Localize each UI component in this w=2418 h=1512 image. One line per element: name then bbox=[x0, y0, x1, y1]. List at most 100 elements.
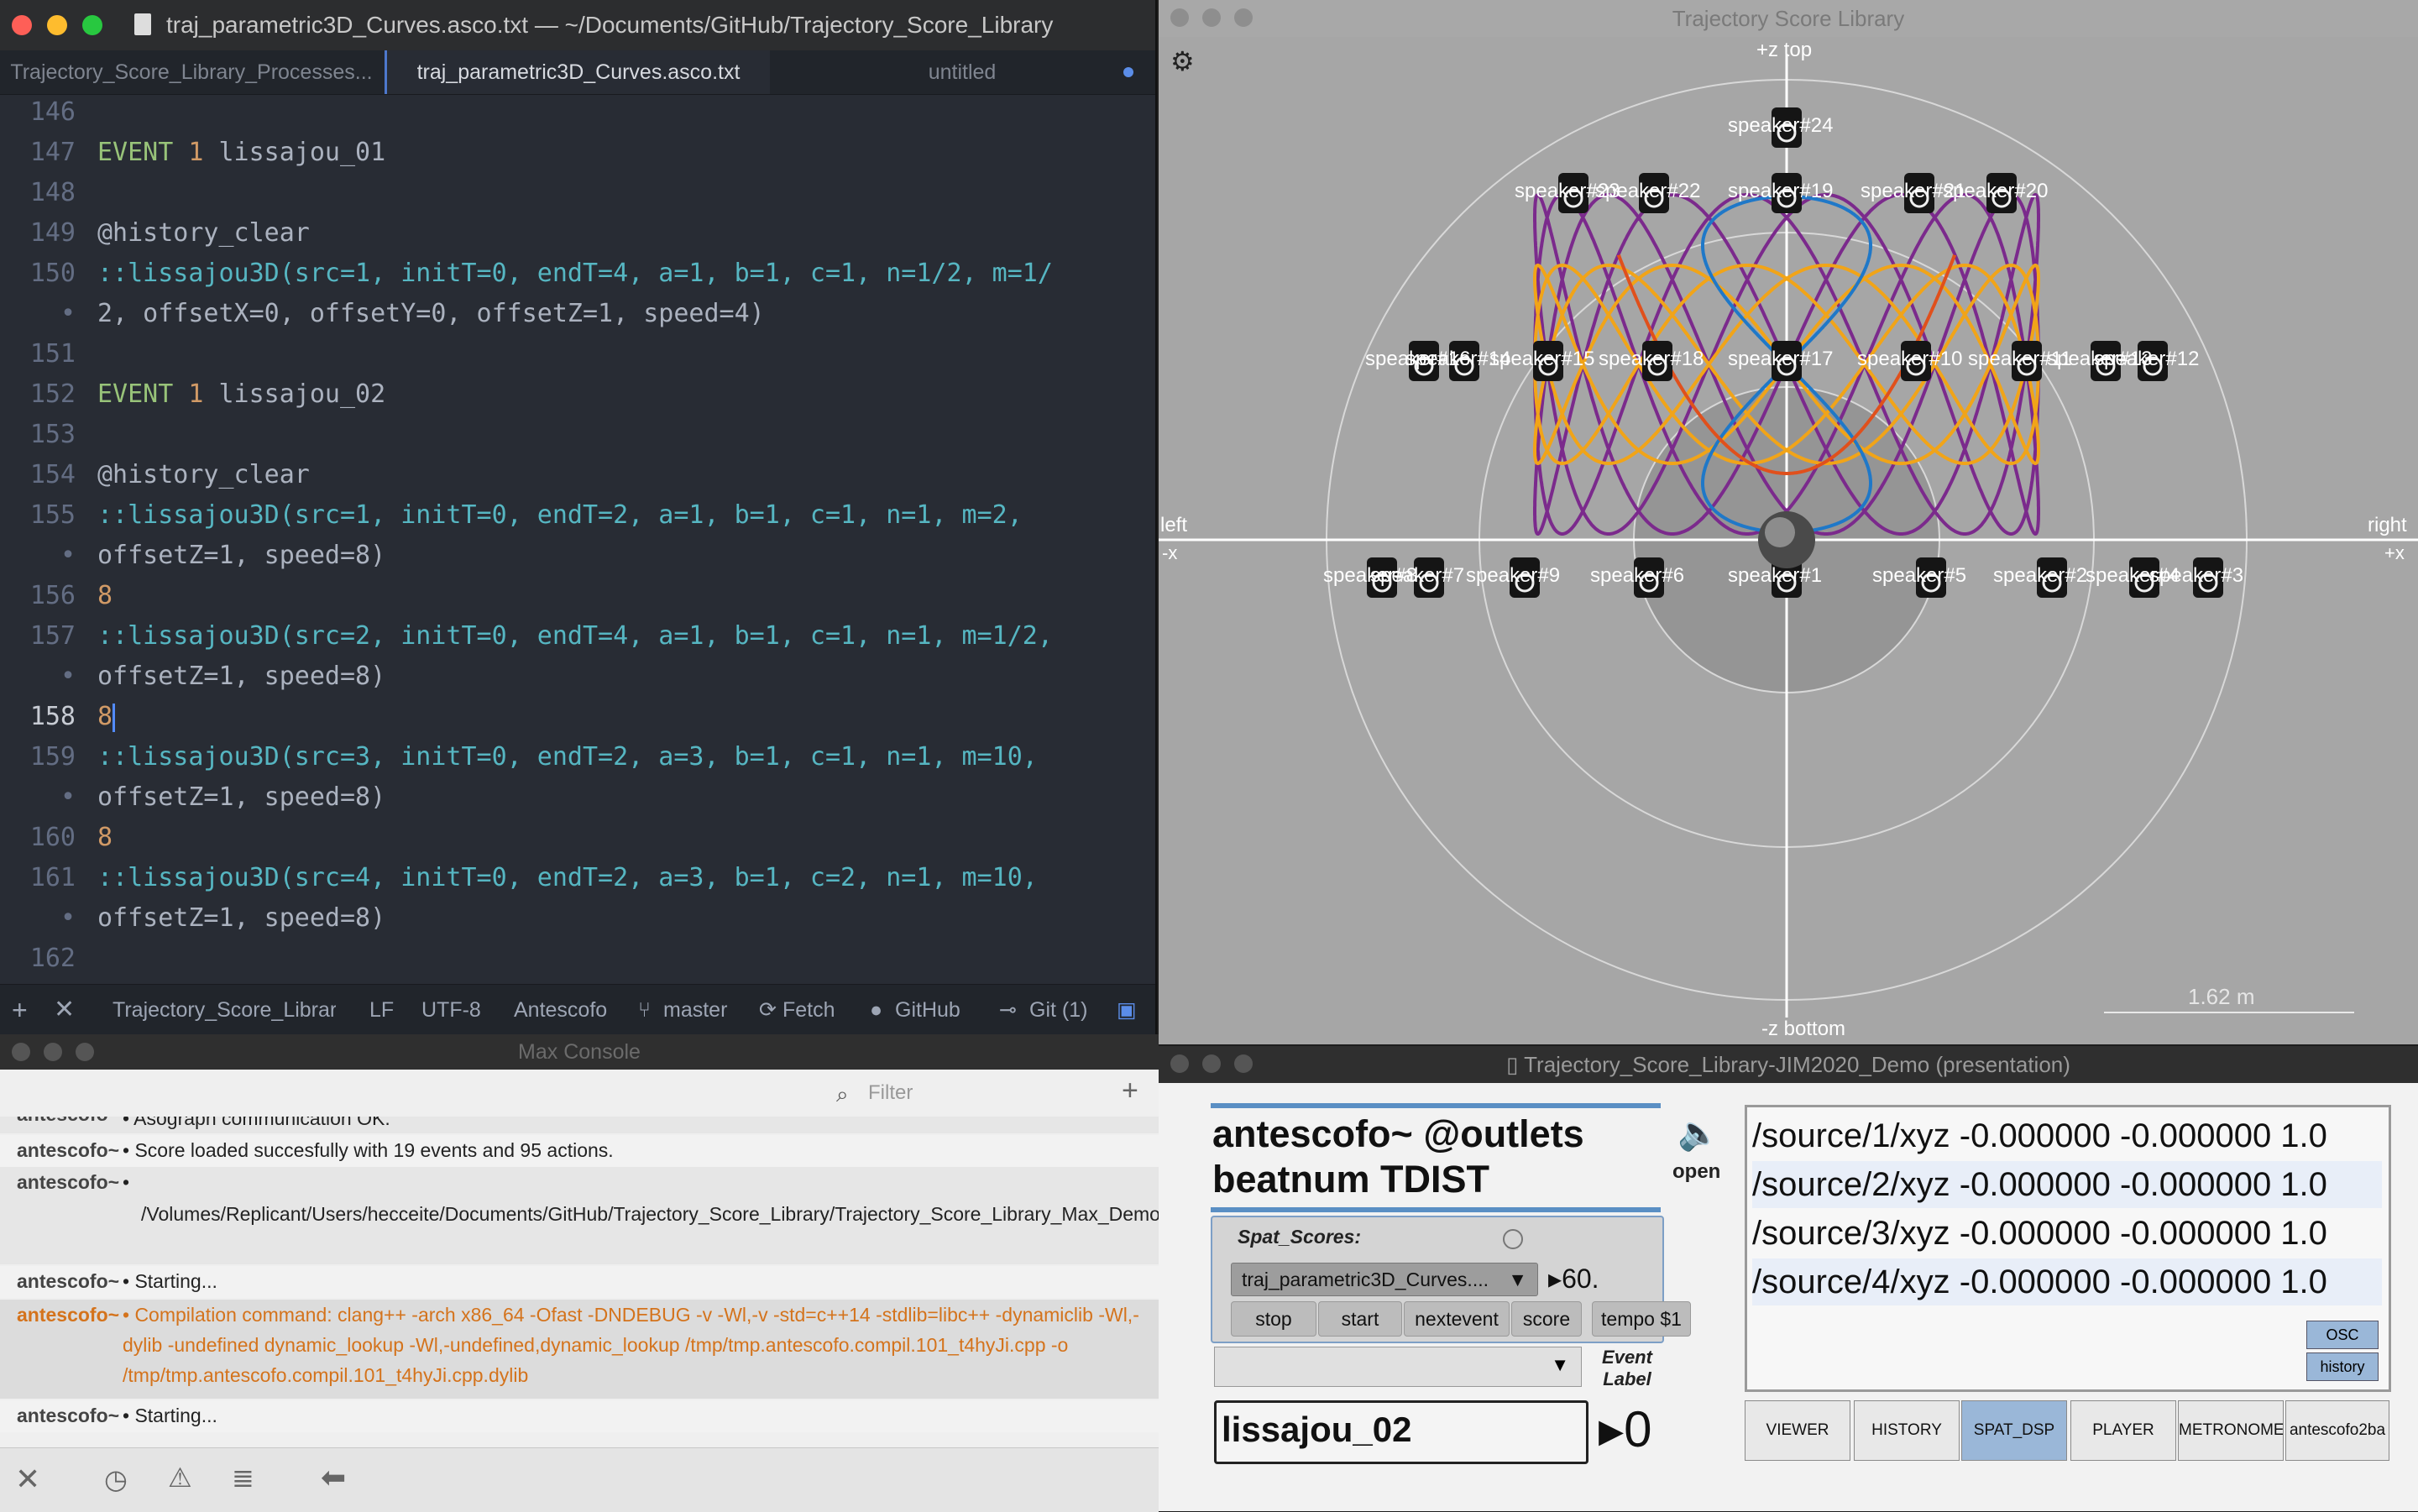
antescofo-object[interactable]: antescofo~ @outlets beatnum TDIST bbox=[1212, 1112, 1666, 1202]
message-source: antescofo~ bbox=[17, 1405, 120, 1426]
tab-player[interactable]: PLAYER bbox=[2070, 1400, 2176, 1461]
osc-line: /source/4/xyz -0.000000 -0.000000 1.0 bbox=[1752, 1258, 2382, 1305]
list-icon[interactable]: ≣ bbox=[232, 1462, 254, 1494]
tab-label: traj_parametric3D_Curves.asco.txt bbox=[416, 60, 741, 84]
code-line: ::lissajou3D(src=4, initT=0, endT=2, a=3… bbox=[97, 863, 1038, 892]
speaker-icon[interactable]: 🔈 bbox=[1677, 1113, 1719, 1153]
wrap-marker: • bbox=[60, 903, 76, 933]
zoom-window-button[interactable] bbox=[76, 1043, 94, 1061]
event-label-caption: Event Label bbox=[1594, 1347, 1661, 1390]
tab-viewer[interactable]: VIEWER bbox=[1745, 1400, 1850, 1461]
clear-icon[interactable]: ✕ bbox=[15, 1462, 40, 1497]
code-line: ::lissajou3D(src=1, initT=0, endT=2, a=1… bbox=[97, 500, 1023, 530]
line-number: 147 bbox=[29, 138, 76, 167]
console-message: antescofo~ • Starting... bbox=[0, 1266, 1159, 1298]
tab-untitled[interactable]: untitled bbox=[769, 50, 1155, 94]
patcher-title: Trajectory_Score_Library-JIM2020_Demo (p… bbox=[1524, 1052, 2070, 1077]
beat-number[interactable]: ▸0 bbox=[1599, 1399, 1661, 1461]
github-icon: ● bbox=[870, 998, 883, 1022]
start-button[interactable]: start bbox=[1318, 1301, 1402, 1337]
filter-input[interactable]: Filter bbox=[868, 1081, 913, 1105]
nextevent-button[interactable]: nextevent bbox=[1404, 1301, 1510, 1337]
editor-window: traj_parametric3D_Curves.asco.txt — ~/Do… bbox=[0, 0, 1157, 1035]
close-window-button[interactable] bbox=[12, 1043, 30, 1061]
line-number: 153 bbox=[29, 420, 76, 449]
line-number: 157 bbox=[29, 621, 76, 651]
message-text: • Compilation command: clang++ -arch x86… bbox=[123, 1304, 1139, 1386]
tab-history[interactable]: HISTORY bbox=[1854, 1400, 1960, 1461]
tab-processes[interactable]: Trajectory_Score_Library_Processes... bbox=[0, 50, 383, 94]
event-name: lissajou_02 bbox=[218, 379, 386, 409]
tab-antescofo2ba[interactable]: antescofo2ba bbox=[2285, 1400, 2389, 1461]
message-text: /Volumes/Replicant/Users/hecceite/Docume… bbox=[141, 1203, 1159, 1225]
close-window-button[interactable] bbox=[1170, 1054, 1189, 1073]
close-window-button[interactable] bbox=[1170, 8, 1189, 27]
open-label[interactable]: open bbox=[1672, 1160, 1720, 1184]
minimize-window-button[interactable] bbox=[44, 1043, 62, 1061]
spatial-view-canvas[interactable]: 4 bbox=[1159, 0, 2418, 1044]
line-ending[interactable]: LF bbox=[369, 985, 394, 1035]
spat-scores-panel: Spat_Scores: traj_parametric3D_Curves...… bbox=[1211, 1216, 1691, 1343]
zoom-window-button[interactable] bbox=[1234, 1054, 1253, 1073]
tempo-button[interactable]: tempo $1 bbox=[1592, 1301, 1691, 1337]
back-arrow-icon[interactable]: ⬅ bbox=[321, 1460, 346, 1495]
stop-button[interactable]: stop bbox=[1231, 1301, 1316, 1337]
tab-spat-dsp[interactable]: SPAT_DSP bbox=[1961, 1400, 2067, 1461]
zoom-window-button[interactable] bbox=[82, 15, 102, 35]
project-name[interactable]: Trajectory_Score_Librar bbox=[113, 985, 336, 1035]
keyword: EVENT bbox=[97, 138, 174, 167]
message-source: antescofo~ bbox=[17, 1304, 120, 1326]
console-message: antescofo~ • Starting... bbox=[0, 1400, 1159, 1432]
tab-label: Trajectory_Score_Library_Processes... bbox=[10, 60, 373, 84]
code-line: EVENT 1 lissajou_02 bbox=[97, 379, 385, 409]
add-icon[interactable]: + bbox=[12, 985, 28, 1035]
document-icon: ▯ bbox=[1506, 1052, 1525, 1077]
scale-label: 1.62 m bbox=[2188, 984, 2255, 1009]
axis-right-sublabel: +x bbox=[2384, 542, 2405, 563]
wrap-marker: • bbox=[60, 541, 76, 570]
git-button[interactable]: Git (1) bbox=[1029, 985, 1087, 1035]
code-editor[interactable]: 146 147 EVENT 1 lissajou_01 148 149 @his… bbox=[0, 94, 1155, 984]
minimize-window-button[interactable] bbox=[47, 15, 67, 35]
tab-traj-parametric[interactable]: traj_parametric3D_Curves.asco.txt bbox=[385, 50, 770, 94]
close-window-button[interactable] bbox=[12, 15, 32, 35]
status-bar: + ✕ Trajectory_Score_Librar LF UTF-8 Ant… bbox=[0, 984, 1155, 1035]
clock-icon[interactable]: ◷ bbox=[104, 1463, 128, 1495]
score-dropdown[interactable]: traj_parametric3D_Curves.... ▼ bbox=[1231, 1263, 1538, 1296]
line-number: 161 bbox=[29, 863, 76, 892]
minimize-window-button[interactable] bbox=[1202, 1054, 1221, 1073]
event-label-dropdown[interactable]: ▼ bbox=[1214, 1347, 1582, 1387]
code-line: ::lissajou3D(src=3, initT=0, endT=2, a=3… bbox=[97, 742, 1038, 772]
zoom-window-button[interactable] bbox=[1234, 8, 1253, 27]
github-button[interactable]: GitHub bbox=[895, 985, 960, 1035]
fetch-button[interactable]: Fetch bbox=[782, 985, 835, 1035]
console-message: antescofo~ • Asograph communication OK. bbox=[0, 1117, 1159, 1133]
code-line: EVENT 1 lissajou_01 bbox=[97, 138, 385, 167]
console-messages[interactable]: antescofo~• Asograph communication OK. a… bbox=[0, 1117, 1159, 1447]
minimize-window-button[interactable] bbox=[1202, 8, 1221, 27]
git-icon: ⊸ bbox=[999, 998, 1017, 1022]
gear-icon[interactable]: ⚙ bbox=[1170, 45, 1195, 77]
score-button[interactable]: score bbox=[1511, 1301, 1582, 1337]
encoding[interactable]: UTF-8 bbox=[421, 985, 481, 1035]
toggle-button[interactable] bbox=[1503, 1229, 1523, 1249]
tab-metronome[interactable]: METRONOME bbox=[2178, 1400, 2284, 1461]
git-branch[interactable]: master bbox=[663, 985, 727, 1035]
close-icon[interactable]: ✕ bbox=[54, 985, 75, 1035]
code-line: offsetZ=1, speed=8) bbox=[97, 541, 386, 570]
grammar[interactable]: Antescofo bbox=[514, 985, 607, 1035]
line-number: 152 bbox=[29, 379, 76, 409]
viewer-titlebar: Trajectory Score Library bbox=[1159, 0, 2418, 37]
osc-line: /source/3/xyz -0.000000 -0.000000 1.0 bbox=[1752, 1215, 2327, 1252]
message-text: • Asograph communication OK. bbox=[123, 1117, 390, 1129]
spat-scores-label: Spat_Scores: bbox=[1238, 1226, 1362, 1248]
tempo-number[interactable]: ▸60. bbox=[1548, 1263, 1599, 1295]
patcher-titlebar: ▯ Trajectory_Score_Library-JIM2020_Demo … bbox=[1159, 1046, 2418, 1083]
editor-tabbar: Trajectory_Score_Library_Processes... tr… bbox=[0, 50, 1155, 95]
history-button[interactable]: history bbox=[2306, 1352, 2379, 1381]
warning-icon[interactable]: ⚠ bbox=[168, 1462, 192, 1494]
package-icon[interactable]: ▣ bbox=[1117, 985, 1137, 1035]
dropdown-arrow-icon: ▼ bbox=[1508, 1269, 1527, 1290]
add-icon[interactable]: + bbox=[1122, 1075, 1138, 1107]
osc-button[interactable]: OSC bbox=[2306, 1321, 2379, 1349]
